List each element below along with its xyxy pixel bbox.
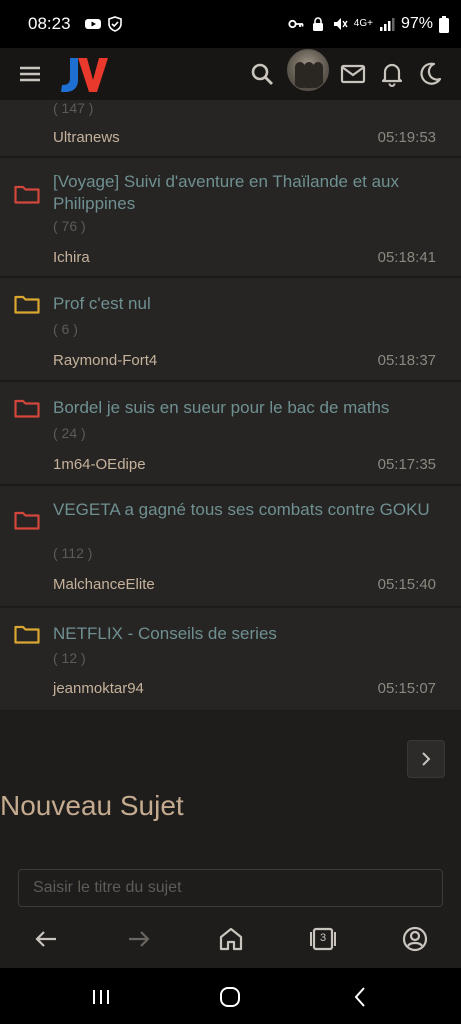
topic-author[interactable]: Raymond-Fort4: [53, 352, 157, 369]
topic-author[interactable]: Ichira: [53, 249, 90, 266]
topic-title[interactable]: Bordel je suis en sueur pour le bac de m…: [53, 397, 433, 419]
topic-title[interactable]: [Voyage] Suivi d'aventure en Thaïlande e…: [53, 171, 433, 215]
mail-icon[interactable]: [339, 60, 367, 88]
chevron-right-icon: [422, 752, 431, 766]
folder-icon: [14, 295, 40, 314]
subject-title-input[interactable]: [18, 869, 443, 907]
menu-icon[interactable]: [18, 62, 42, 86]
recent-apps-icon[interactable]: [86, 982, 116, 1012]
topic-time: 05:17:35: [377, 456, 436, 473]
back-arrow-icon[interactable]: [31, 924, 61, 954]
shield-icon: [107, 16, 122, 32]
lock-icon: [312, 17, 323, 31]
bell-icon[interactable]: [378, 60, 406, 88]
topic-title[interactable]: Prof c'est nul: [53, 293, 433, 315]
topic-title[interactable]: VEGETA a gagné tous ses combats contre G…: [53, 499, 433, 521]
clock: 08:23: [28, 14, 71, 33]
tabs-button[interactable]: 3: [308, 924, 338, 954]
folder-icon: [14, 625, 40, 644]
avatar[interactable]: [287, 49, 329, 91]
topic-reply-count: ( 12 ): [53, 650, 86, 666]
topic-item[interactable]: VEGETA a gagné tous ses combats contre G…: [0, 486, 461, 607]
topic-time: 05:19:53: [377, 129, 436, 146]
topic-author[interactable]: jeanmoktar94: [53, 680, 144, 697]
home-button-icon[interactable]: [215, 982, 245, 1012]
topic-reply-count: ( 147 ): [53, 100, 94, 116]
youtube-icon: [84, 19, 101, 29]
folder-icon: [14, 399, 40, 418]
folder-icon: [14, 185, 40, 204]
topic-time: 05:15:40: [377, 576, 436, 593]
topic-item[interactable]: [Voyage] Suivi d'aventure en Thaïlande e…: [0, 158, 461, 277]
account-icon[interactable]: [400, 924, 430, 954]
topic-title[interactable]: NETFLIX - Conseils de series: [53, 623, 433, 645]
topic-reply-count: ( 112 ): [53, 545, 93, 561]
network-type: 4G+: [353, 18, 373, 29]
system-nav-bar: [0, 968, 461, 1024]
forward-arrow-icon[interactable]: [124, 924, 154, 954]
topic-item[interactable]: Prof c'est nul ( 6 ) Raymond-Fort4 05:18…: [0, 278, 461, 381]
topic-time: 05:15:07: [377, 680, 436, 697]
topic-reply-count: ( 24 ): [53, 425, 86, 441]
topic-time: 05:18:37: [377, 352, 436, 369]
browser-toolbar: 3: [0, 910, 461, 968]
app-header: [0, 48, 461, 100]
tab-count: 3: [319, 932, 327, 944]
new-topic-heading: Nouveau Sujet: [0, 790, 184, 821]
topic-reply-count: ( 6 ): [53, 321, 78, 337]
topic-item[interactable]: ( 147 ) Ultranews 05:19:53: [0, 100, 461, 157]
key-icon: [288, 19, 304, 29]
topic-reply-count: ( 76 ): [53, 218, 86, 234]
battery-percent: 97%: [400, 15, 433, 32]
topic-author[interactable]: Ultranews: [53, 129, 120, 146]
topic-item[interactable]: NETFLIX - Conseils de series ( 12 ) jean…: [0, 608, 461, 711]
folder-icon: [14, 511, 40, 530]
topic-author[interactable]: 1m64-OEdipe: [53, 456, 146, 473]
search-icon[interactable]: [248, 60, 276, 88]
topic-item[interactable]: Bordel je suis en sueur pour le bac de m…: [0, 382, 461, 485]
topic-author[interactable]: MalchanceElite: [53, 576, 155, 593]
next-page-button[interactable]: [407, 740, 445, 778]
status-bar: 08:23 4G+ 97%: [0, 0, 461, 48]
jv-logo[interactable]: [56, 52, 110, 96]
topic-time: 05:18:41: [377, 249, 436, 266]
dark-mode-icon[interactable]: [416, 60, 444, 88]
back-icon[interactable]: [345, 982, 375, 1012]
battery-icon: [439, 15, 449, 33]
signal-icon: [379, 18, 395, 31]
home-icon[interactable]: [216, 924, 246, 954]
mute-icon: [333, 18, 348, 30]
